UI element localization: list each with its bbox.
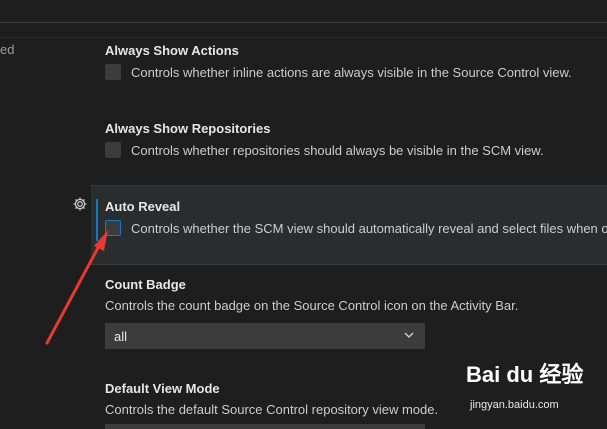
setting-count-badge: Count Badge Controls the count badge on … bbox=[105, 277, 518, 313]
watermark-url: jingyan.baidu.com bbox=[470, 399, 559, 411]
setting-always-show-repositories: Always Show Repositories Controls whethe… bbox=[105, 121, 544, 158]
baidu-watermark: Bai du 经验 jingyan.baidu.com bbox=[462, 357, 607, 417]
settings-tree-fragment[interactable]: ed bbox=[0, 42, 14, 57]
setting-title: Always Show Repositories bbox=[105, 121, 271, 136]
default-view-mode-select[interactable] bbox=[105, 424, 425, 429]
count-badge-select[interactable]: all bbox=[105, 323, 425, 349]
setting-description: Controls whether repositories should alw… bbox=[131, 142, 544, 158]
editor-top-bar bbox=[0, 0, 607, 23]
setting-title: Auto Reveal bbox=[105, 199, 181, 214]
always-show-actions-checkbox[interactable] bbox=[105, 64, 121, 80]
header-divider bbox=[0, 37, 607, 38]
setting-description: Controls whether inline actions are alwa… bbox=[131, 64, 572, 80]
setting-default-view-mode: Default View Mode Controls the default S… bbox=[105, 381, 438, 417]
always-show-repositories-checkbox[interactable] bbox=[105, 142, 121, 158]
setting-description: Controls the count badge on the Source C… bbox=[105, 298, 519, 313]
setting-auto-reveal: Auto Reveal Controls whether the SCM vie… bbox=[105, 199, 607, 236]
focus-indicator bbox=[96, 199, 98, 241]
setting-description: Controls whether the SCM view should aut… bbox=[131, 220, 607, 236]
auto-reveal-checkbox[interactable] bbox=[105, 220, 121, 236]
setting-always-show-actions: Always Show Actions Controls whether inl… bbox=[105, 43, 572, 80]
setting-title: Always Show Actions bbox=[105, 43, 239, 58]
setting-title: Count Badge bbox=[105, 277, 186, 292]
setting-description: Controls the default Source Control repo… bbox=[105, 402, 439, 417]
chevron-down-icon bbox=[404, 332, 414, 338]
gear-icon[interactable] bbox=[72, 196, 88, 212]
watermark-logo: Bai du 经验 bbox=[466, 362, 584, 387]
setting-title: Default View Mode bbox=[105, 381, 220, 396]
select-value: all bbox=[114, 328, 128, 344]
